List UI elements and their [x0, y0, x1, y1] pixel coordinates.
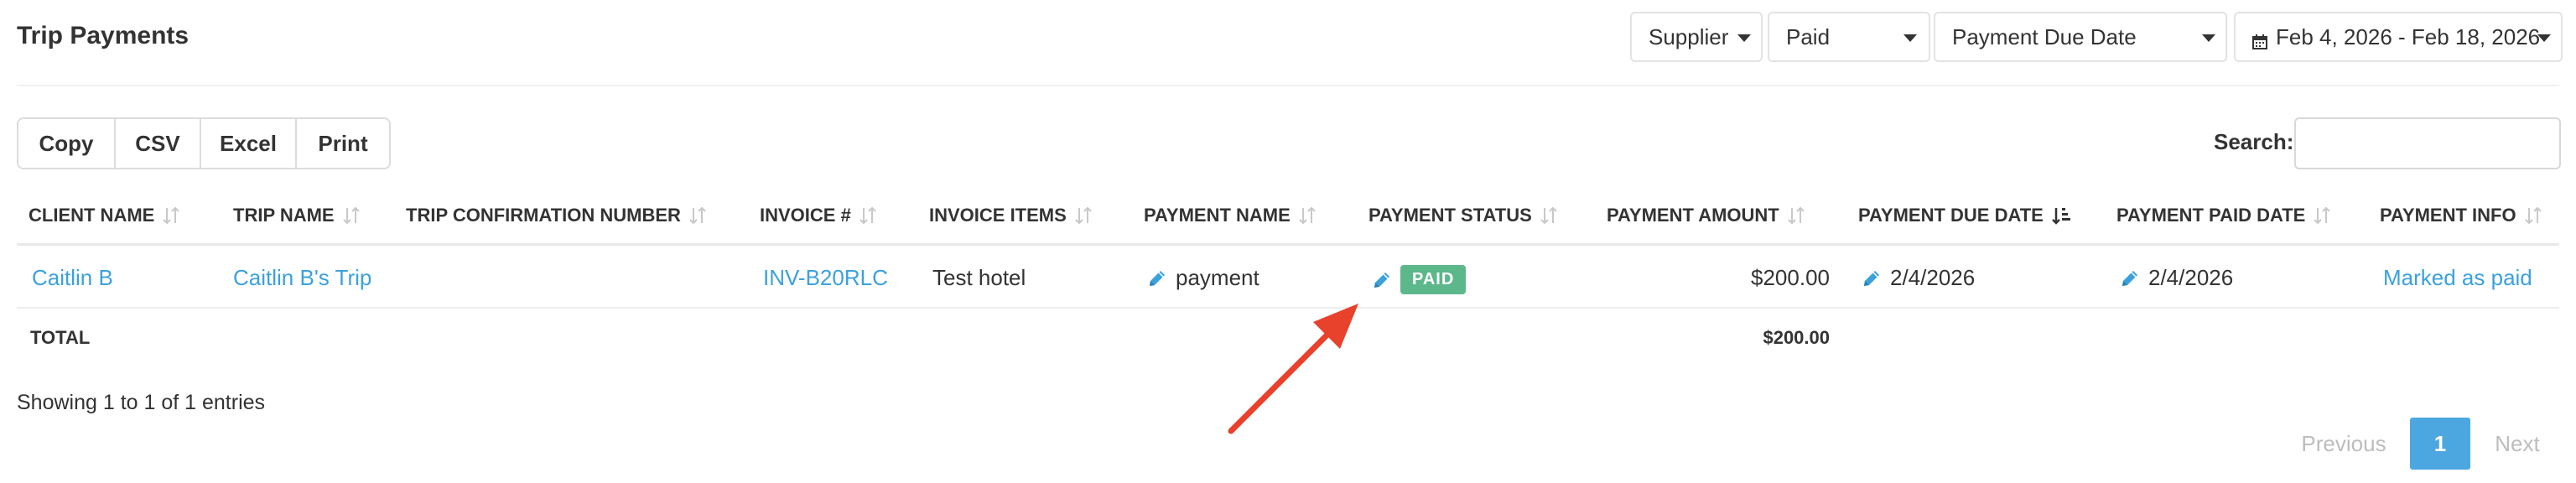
th-payment-info-label: PAYMENT INFO — [2380, 205, 2516, 226]
payment-amount: $200.00 — [1751, 265, 1830, 290]
print-button[interactable]: Print — [295, 119, 389, 168]
payment-info-link[interactable]: Marked as paid — [2383, 265, 2532, 291]
search-label: Search: — [2214, 129, 2294, 154]
th-payment-name[interactable]: PAYMENT NAME — [1144, 205, 1316, 226]
supplier-filter-label: Supplier — [1649, 23, 1729, 49]
pencil-icon[interactable] — [2120, 268, 2140, 288]
page-title: Trip Payments — [17, 22, 190, 49]
pencil-icon[interactable] — [1147, 268, 1167, 288]
th-invoice-items[interactable]: INVOICE ITEMS — [929, 205, 1092, 226]
invoice-items: Test hotel — [932, 265, 1026, 290]
payment-paid-date-cell: 2/4/2026 — [2120, 265, 2233, 291]
csv-button[interactable]: CSV — [114, 119, 200, 168]
caret-down-icon — [2202, 34, 2215, 42]
excel-button[interactable]: Excel — [200, 119, 295, 168]
client-name-link[interactable]: Caitlin B — [32, 265, 113, 291]
pencil-icon[interactable] — [1372, 270, 1392, 290]
th-payment-status[interactable]: PAYMENT STATUS — [1368, 205, 1557, 226]
caret-down-icon — [1737, 34, 1751, 42]
table-info: Showing 1 to 1 of 1 entries — [17, 391, 266, 414]
total-amount: $200.00 — [1763, 327, 1830, 348]
th-payment-due-date-label: PAYMENT DUE DATE — [1858, 205, 2044, 226]
supplier-filter[interactable]: Supplier — [1630, 12, 1763, 62]
sort-icon — [1299, 206, 1316, 225]
sort-active-icon — [2051, 206, 2072, 225]
sort-icon — [689, 206, 706, 225]
payment-due-date: 2/4/2026 — [1890, 265, 1976, 290]
previous-button[interactable]: Previous — [2281, 418, 2407, 470]
payment-status-cell: PAID — [1372, 265, 1467, 294]
paid-status-badge: PAID — [1400, 265, 1467, 294]
sort-icon — [1075, 206, 1092, 225]
copy-button[interactable]: Copy — [18, 119, 114, 168]
date-field-filter[interactable]: Payment Due Date — [1934, 12, 2227, 62]
th-payment-due-date[interactable]: PAYMENT DUE DATE — [1858, 205, 2072, 226]
th-trip-name[interactable]: TRIP NAME — [233, 205, 360, 226]
th-trip-confirmation-number[interactable]: TRIP CONFIRMATION NUMBER — [406, 205, 706, 226]
payment-name: payment — [1176, 265, 1259, 290]
sort-icon — [1540, 206, 1557, 225]
th-payment-amount[interactable]: PAYMENT AMOUNT — [1607, 205, 1805, 226]
date-range-label: Feb 4, 2026 - Feb 18, 2026 — [2276, 23, 2541, 49]
sort-icon — [342, 206, 360, 225]
th-trip-confirmation-number-label: TRIP CONFIRMATION NUMBER — [406, 205, 681, 226]
sort-icon — [2524, 206, 2542, 225]
table-header-divider — [17, 243, 2559, 246]
date-range-picker[interactable]: Feb 4, 2026 - Feb 18, 2026 — [2234, 12, 2563, 62]
sort-icon — [1788, 206, 1805, 225]
row-divider — [17, 307, 2559, 309]
status-filter-label: Paid — [1786, 23, 1831, 49]
caret-down-icon — [2537, 34, 2551, 42]
calendar-icon — [2252, 29, 2267, 49]
th-trip-name-label: TRIP NAME — [233, 205, 335, 226]
sort-icon — [860, 206, 876, 225]
page-1-button[interactable]: 1 — [2410, 418, 2470, 470]
trip-name-link[interactable]: Caitlin B's Trip — [233, 265, 371, 291]
annotation-arrow — [1228, 304, 1358, 434]
th-payment-amount-label: PAYMENT AMOUNT — [1607, 205, 1779, 226]
total-label: TOTAL — [30, 327, 91, 348]
date-field-filter-label: Payment Due Date — [1952, 23, 2137, 49]
payment-due-date-cell: 2/4/2026 — [1862, 265, 1975, 291]
sort-icon — [2314, 206, 2331, 225]
th-client-name-label: CLIENT NAME — [29, 205, 155, 226]
th-invoice-items-label: INVOICE ITEMS — [929, 205, 1067, 226]
payment-paid-date: 2/4/2026 — [2148, 265, 2234, 290]
th-invoice-number-label: INVOICE # — [760, 205, 851, 226]
invoice-number-link[interactable]: INV-B20RLC — [763, 265, 888, 291]
th-payment-paid-date[interactable]: PAYMENT PAID DATE — [2116, 205, 2331, 226]
caret-down-icon — [1903, 34, 1917, 42]
header-divider — [17, 85, 2559, 86]
export-button-group: Copy CSV Excel Print — [17, 117, 391, 169]
th-payment-info[interactable]: PAYMENT INFO — [2380, 205, 2542, 226]
th-payment-status-label: PAYMENT STATUS — [1368, 205, 1532, 226]
sort-icon — [163, 206, 180, 225]
th-client-name[interactable]: CLIENT NAME — [29, 205, 180, 226]
payment-name-cell: payment — [1147, 265, 1259, 291]
th-payment-name-label: PAYMENT NAME — [1144, 205, 1291, 226]
pencil-icon[interactable] — [1862, 268, 1882, 288]
search-input[interactable] — [2294, 117, 2561, 169]
th-invoice-number[interactable]: INVOICE # — [760, 205, 876, 226]
th-payment-paid-date-label: PAYMENT PAID DATE — [2116, 205, 2306, 226]
status-filter[interactable]: Paid — [1768, 12, 1930, 62]
next-button[interactable]: Next — [2474, 418, 2561, 470]
